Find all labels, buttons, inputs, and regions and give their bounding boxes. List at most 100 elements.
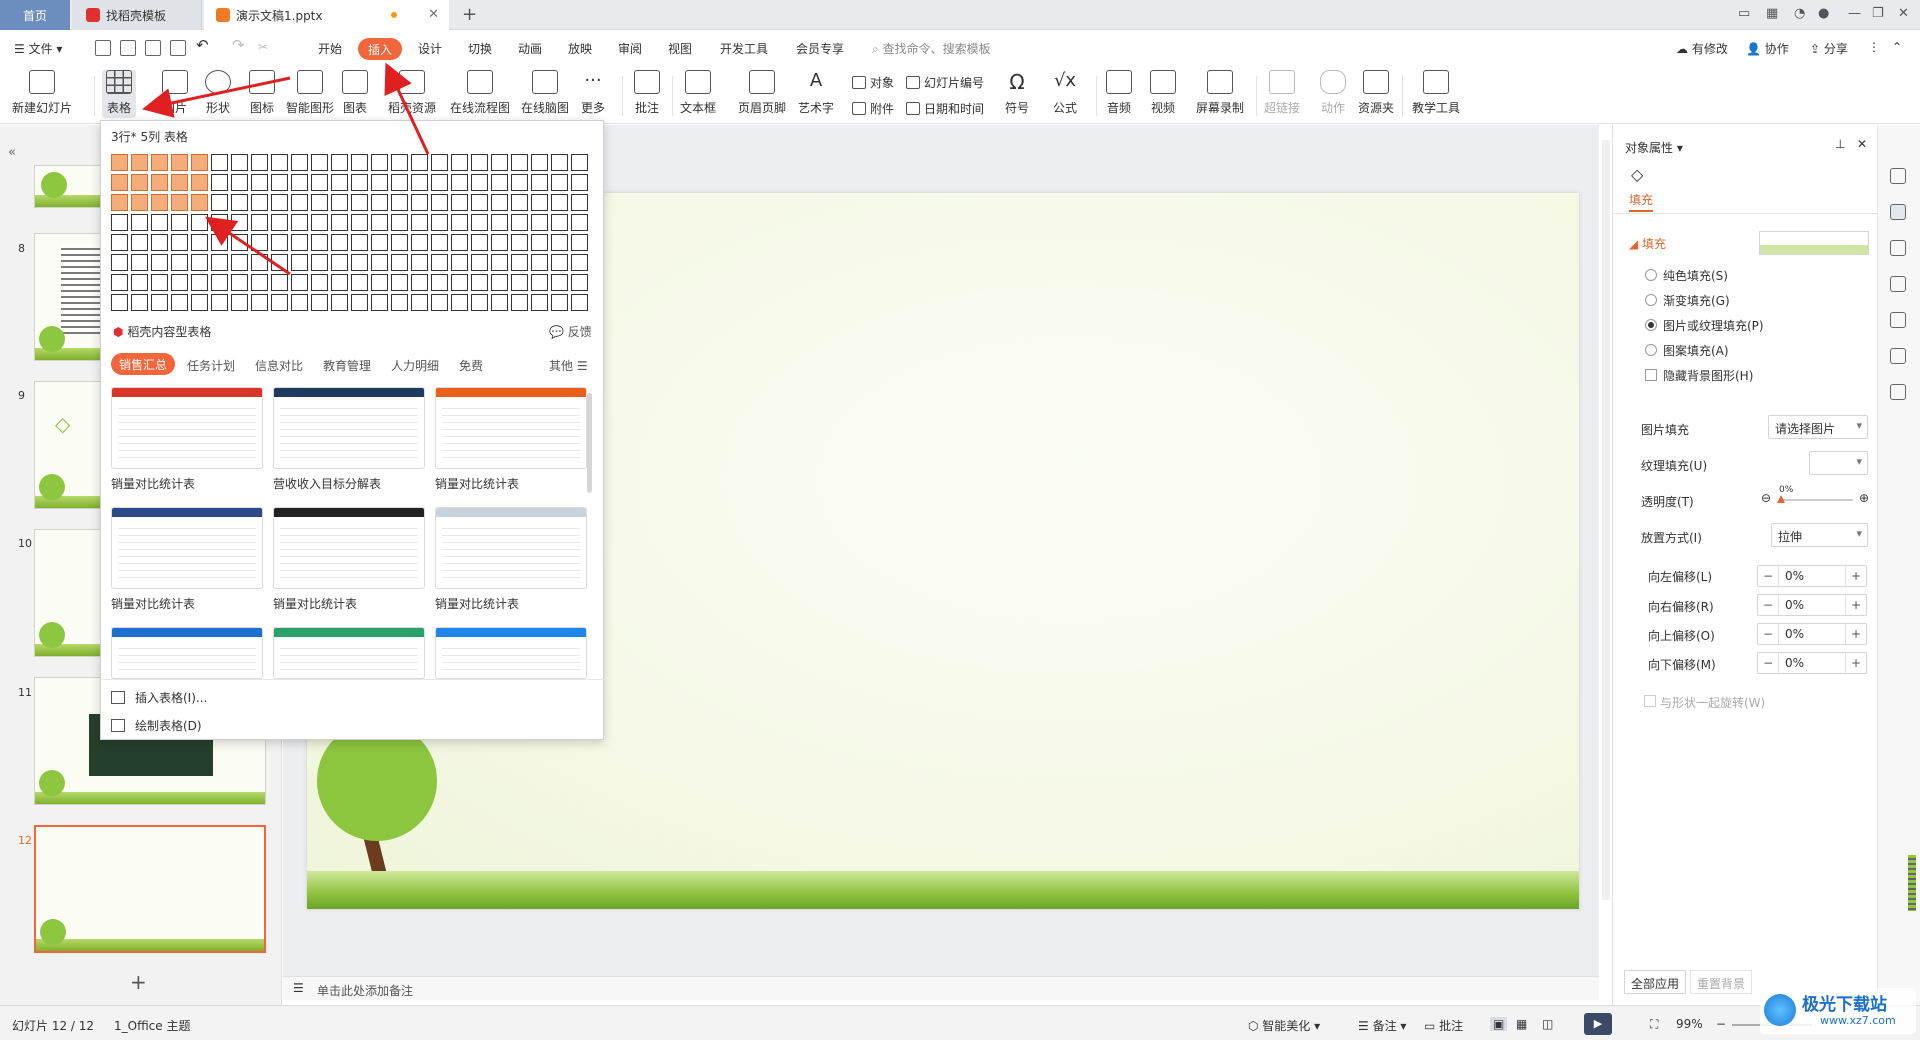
template-card[interactable] [273,507,425,589]
pin-tool-icon[interactable] [1890,168,1906,184]
grid-cell[interactable] [451,214,468,231]
search-input[interactable]: ⌕ 查找命令、搜索模板 [872,40,991,57]
template-card[interactable] [111,627,263,679]
has-changes-button[interactable]: ☁ 有修改 [1676,40,1728,57]
grid-cell[interactable] [231,194,248,211]
mindmap-button[interactable]: 在线脑图 [521,70,569,116]
image-tool-icon[interactable] [1890,312,1906,328]
more-button[interactable]: ··· 更多 [580,70,606,116]
grid-cell[interactable] [391,234,408,251]
offset-top-value[interactable]: 0% [1778,624,1846,644]
grid-cell[interactable] [551,274,568,291]
format-painter-icon[interactable]: ✂ [258,40,268,54]
grid-apps-icon[interactable]: ▦ [1766,6,1778,21]
category-free[interactable]: 免费 [459,357,483,374]
grid-cell[interactable] [511,174,528,191]
grid-cell[interactable] [431,274,448,291]
grid-cell[interactable] [551,154,568,171]
template-card[interactable] [273,627,425,679]
save-icon[interactable] [95,40,111,56]
menu-insert[interactable]: 插入 [358,38,402,60]
decrement-icon[interactable]: − [1758,598,1778,612]
grid-cell[interactable] [371,154,388,171]
fill-option-radio[interactable] [1645,344,1657,356]
grid-cell[interactable] [451,294,468,311]
flowchart-button[interactable]: 在线流程图 [450,70,510,116]
grid-cell[interactable] [211,174,228,191]
grid-cell[interactable] [171,274,188,291]
grid-cell[interactable] [171,234,188,251]
grid-cell[interactable] [431,194,448,211]
grid-cell[interactable] [131,274,148,291]
grid-cell[interactable] [491,174,508,191]
minimize-icon[interactable]: — [1848,6,1861,21]
grid-cell[interactable] [191,234,208,251]
grid-cell[interactable] [411,294,428,311]
gallery-scrollbar[interactable] [587,393,592,493]
grid-cell[interactable] [431,154,448,171]
grid-cell[interactable] [311,154,328,171]
grid-cell[interactable] [151,234,168,251]
restore-icon[interactable]: ❐ [1872,6,1884,21]
animation-icon[interactable] [1890,240,1906,256]
grid-cell[interactable] [431,294,448,311]
formula-button[interactable]: √x 公式 [1052,70,1078,116]
grid-cell[interactable] [331,154,348,171]
offset-left-stepper[interactable]: −0% + [1757,565,1867,587]
grid-cell[interactable] [371,174,388,191]
grid-cell[interactable] [111,174,128,191]
share-button[interactable]: ⇪ 分享 [1810,40,1848,57]
grid-cell[interactable] [351,194,368,211]
grid-cell[interactable] [571,254,588,271]
comments-button[interactable]: ▭ 批注 [1424,1017,1463,1034]
compass-icon[interactable] [1890,348,1906,364]
grid-cell[interactable] [291,214,308,231]
menu-member[interactable]: 会员专享 [796,40,844,57]
panel-title[interactable]: 对象属性 ▾ [1625,139,1683,156]
decrement-icon[interactable]: − [1758,627,1778,641]
textbox-button[interactable]: 文本框 [680,70,716,116]
offset-bottom-stepper[interactable]: −0% + [1757,652,1867,674]
grid-cell[interactable] [111,254,128,271]
grid-cell[interactable] [231,294,248,311]
grid-cell[interactable] [231,174,248,191]
grid-cell[interactable] [511,154,528,171]
offset-right-stepper[interactable]: −0% + [1757,594,1867,616]
grid-cell[interactable] [211,294,228,311]
grid-cell[interactable] [251,174,268,191]
draw-table-menu-item[interactable]: 绘制表格(D) [111,717,202,734]
grid-cell[interactable] [371,294,388,311]
menu-developer[interactable]: 开发工具 [720,40,768,57]
copy-icon[interactable] [1890,276,1906,292]
grid-cell[interactable] [131,214,148,231]
grid-cell[interactable] [151,254,168,271]
icon-button[interactable]: 图标 [249,70,275,116]
grid-cell[interactable] [331,214,348,231]
grid-cell[interactable] [551,294,568,311]
attach-button[interactable]: 附件 [852,100,894,117]
chart-button[interactable]: 图表 [342,70,368,116]
grid-cell[interactable] [131,294,148,311]
template-name[interactable]: 销量对比统计表 [435,595,519,612]
grid-cell[interactable] [471,194,488,211]
pin-icon[interactable]: ⊥ [1835,137,1845,151]
grid-cell[interactable] [491,294,508,311]
video-button[interactable]: 视频 [1150,70,1176,116]
grid-cell[interactable] [471,274,488,291]
menu-slideshow[interactable]: 放映 [568,40,592,57]
grid-cell[interactable] [451,154,468,171]
grid-cell[interactable] [111,154,128,171]
grid-cell[interactable] [171,154,188,171]
normal-view-icon[interactable]: ▣ [1490,1017,1508,1031]
skin-icon[interactable]: ◔ [1794,6,1805,21]
wordart-button[interactable]: A 艺术字 [798,70,834,116]
tab-home[interactable]: 首页 [0,0,70,30]
close-window-icon[interactable]: ✕ [1898,6,1909,21]
grid-cell[interactable] [291,294,308,311]
grid-cell[interactable] [411,254,428,271]
print-icon[interactable] [145,40,161,56]
placement-dropdown[interactable]: 拉伸 [1771,523,1868,547]
grid-cell[interactable] [231,274,248,291]
grid-cell[interactable] [471,294,488,311]
close-tab-icon[interactable]: ✕ [428,7,439,22]
